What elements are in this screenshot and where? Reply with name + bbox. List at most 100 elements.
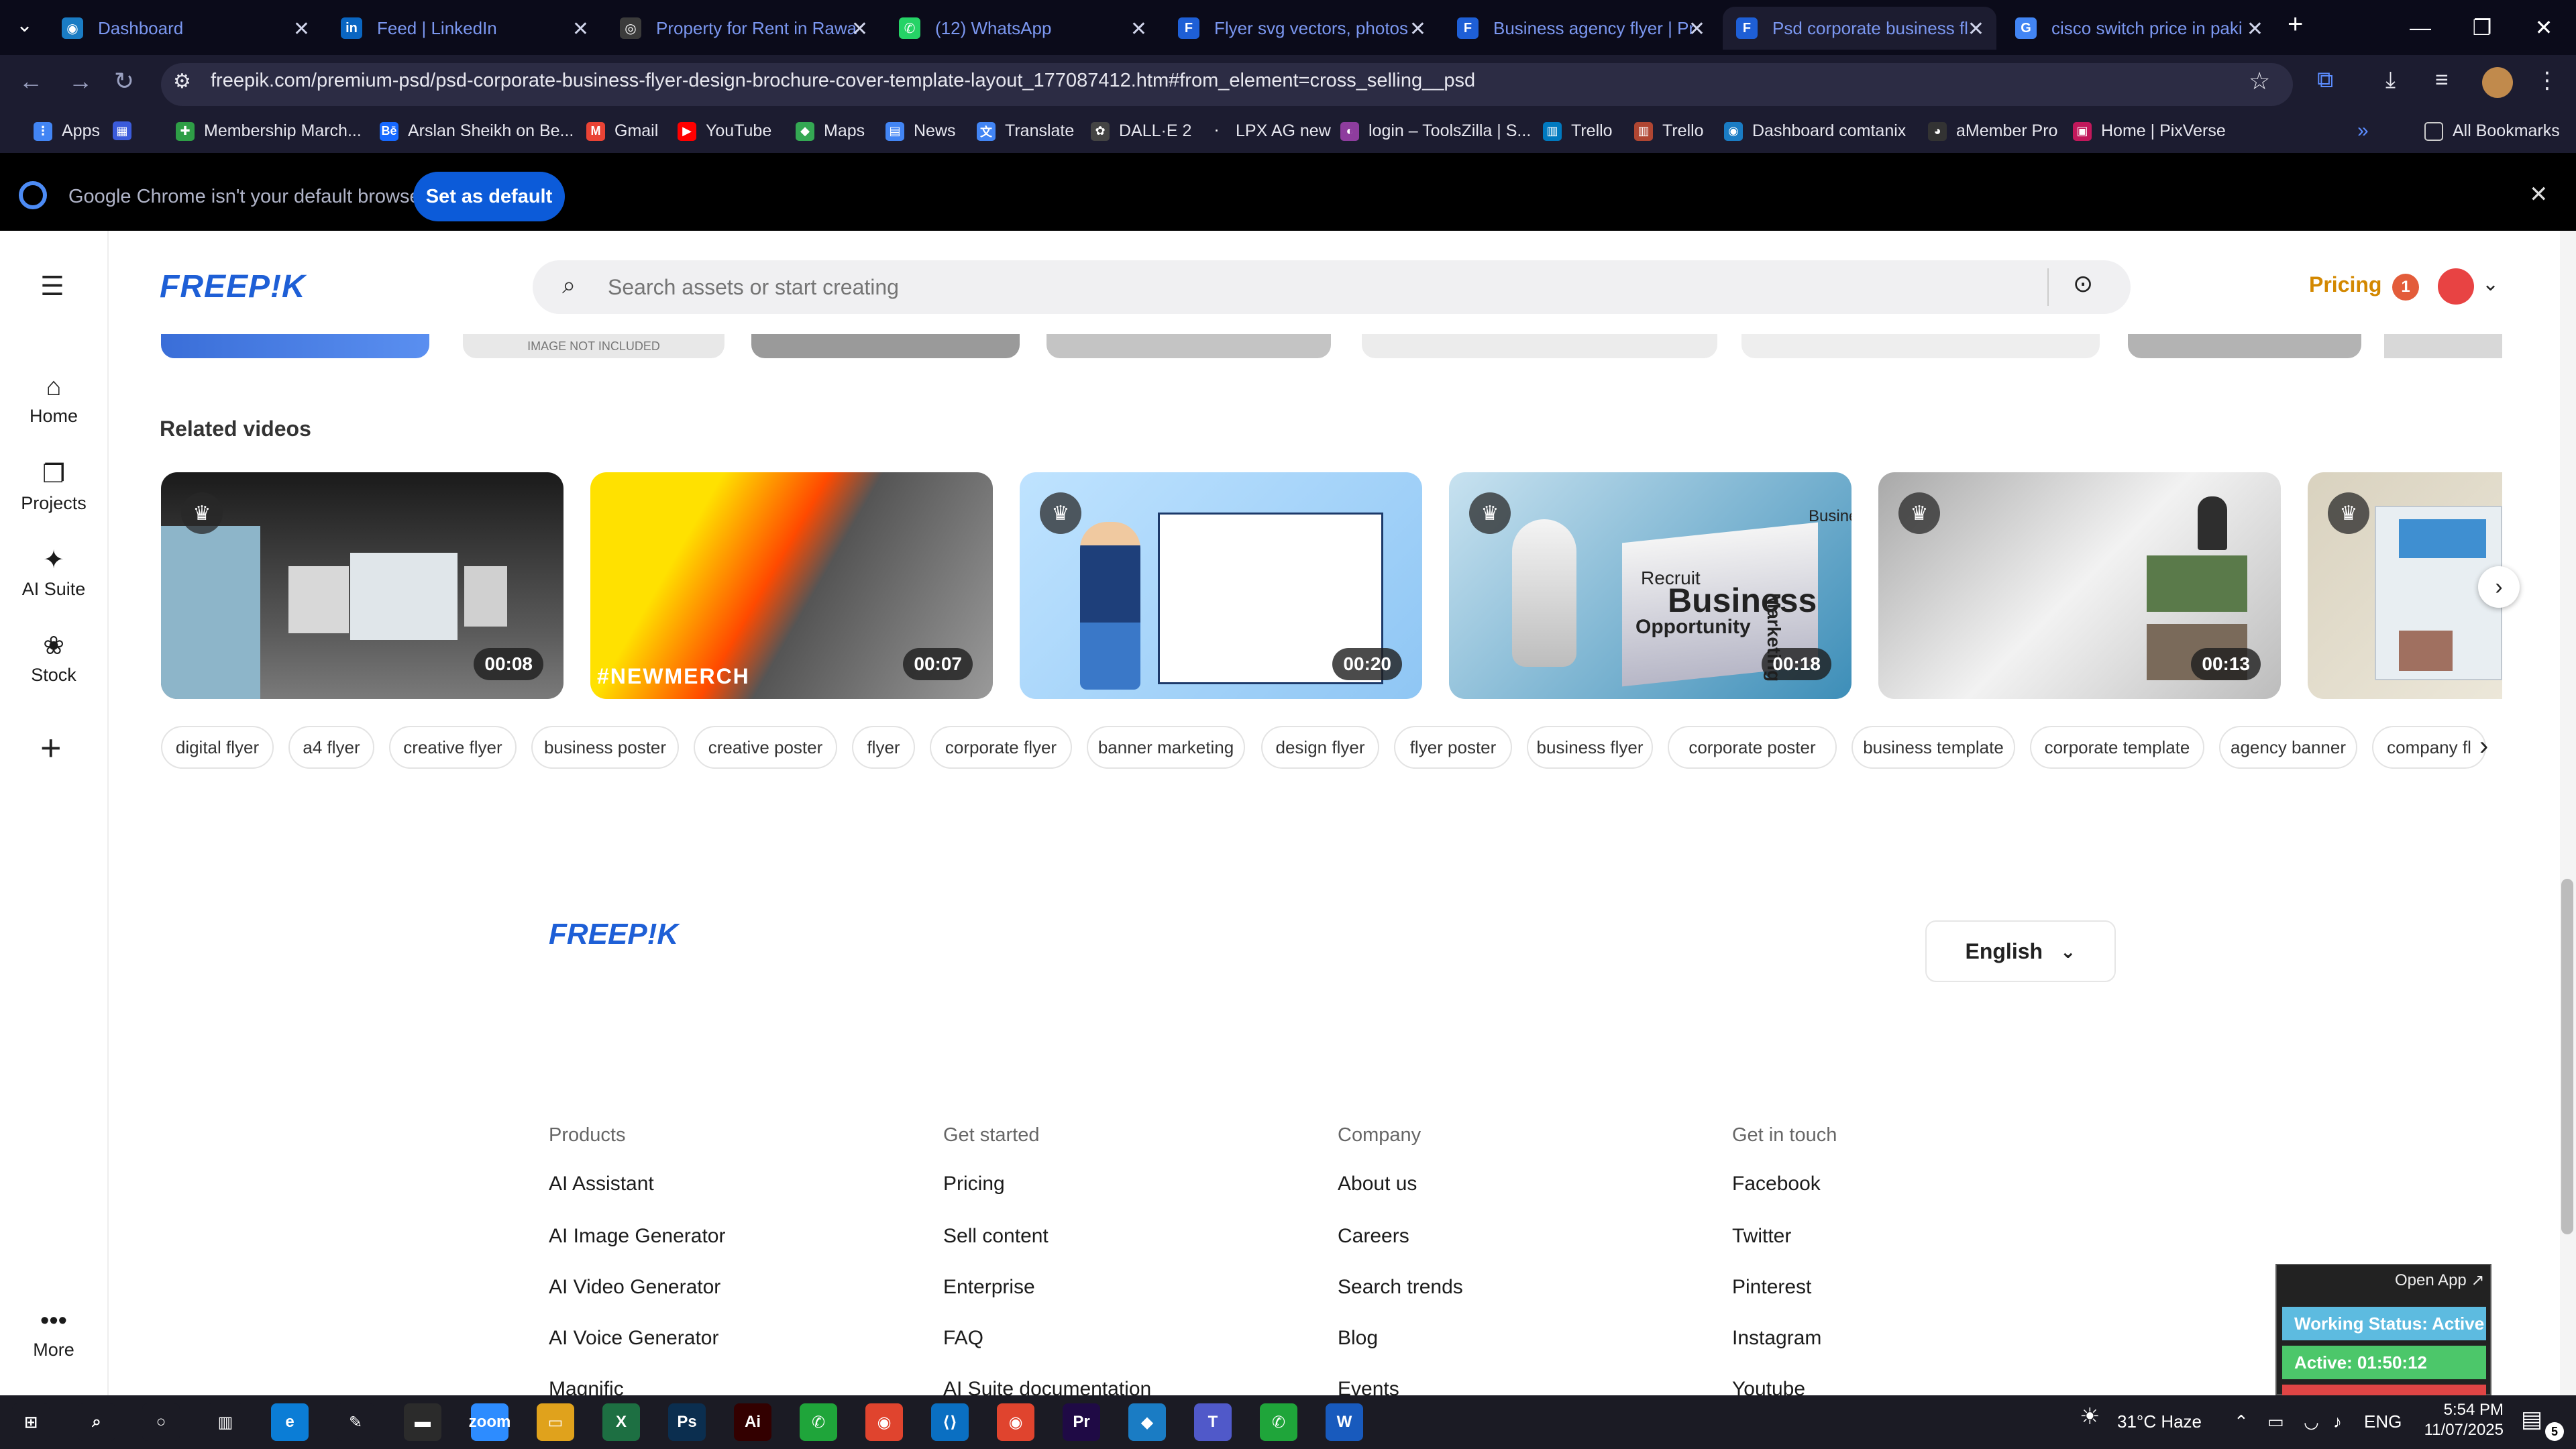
taskbar-app-icon[interactable]: ◉ xyxy=(997,1403,1034,1441)
tab-close-icon[interactable]: ✕ xyxy=(851,17,868,41)
bookmark-item[interactable]: ▥ Trello xyxy=(1634,121,1704,141)
freepik-logo[interactable]: FREEP!K xyxy=(160,268,306,305)
tab-close-icon[interactable]: ✕ xyxy=(293,17,310,41)
browser-tab[interactable]: ◎ Property for Rent in Rawa ✕ xyxy=(606,7,880,50)
footer-link[interactable]: FAQ xyxy=(943,1327,983,1350)
user-avatar[interactable] xyxy=(2438,268,2474,305)
taskbar-app-icon[interactable]: W xyxy=(1326,1403,1363,1441)
hamburger-menu-icon[interactable]: ☰ xyxy=(40,271,64,302)
prev-thumb[interactable] xyxy=(2384,334,2502,358)
footer-link[interactable]: AI Assistant xyxy=(549,1173,654,1195)
footer-link[interactable]: Instagram xyxy=(1732,1327,1821,1350)
forward-icon[interactable]: → xyxy=(68,67,93,95)
tag-chip[interactable]: agency banner xyxy=(2219,726,2357,769)
language-selector[interactable]: English ⌄ xyxy=(1925,920,2116,982)
prev-thumb[interactable] xyxy=(1046,334,1331,358)
bookmark-star-icon[interactable]: ☆ xyxy=(2249,67,2270,95)
add-plus-icon[interactable]: + xyxy=(40,727,62,769)
tag-chip[interactable]: corporate flyer xyxy=(930,726,1072,769)
prev-thumb[interactable] xyxy=(751,334,1020,358)
taskbar-app-icon[interactable]: ✆ xyxy=(800,1403,837,1441)
bookmark-item[interactable]: ▤ News xyxy=(885,121,956,141)
notification-center-icon[interactable]: ▤ xyxy=(2521,1406,2542,1433)
tab-search-chevron-icon[interactable]: ⌄ xyxy=(16,13,33,37)
footer-link[interactable]: Careers xyxy=(1338,1225,1409,1248)
taskbar-app-icon[interactable]: ⟨⟩ xyxy=(931,1403,969,1441)
bookmark-item[interactable]: · LPX AG new xyxy=(1208,121,1331,141)
tag-chip[interactable]: a4 flyer xyxy=(288,726,374,769)
tab-close-icon[interactable]: ✕ xyxy=(572,17,589,41)
bookmark-item[interactable]: ▶ YouTube xyxy=(678,121,771,141)
minimize-button[interactable]: — xyxy=(2390,0,2451,55)
video-card[interactable]: ♛ 00:13 xyxy=(1878,472,2281,699)
taskbar-app-icon[interactable]: ▭ xyxy=(537,1403,574,1441)
footer-link[interactable]: AI Video Generator xyxy=(549,1276,720,1299)
bookmark-item[interactable]: ◆ Maps xyxy=(796,121,865,141)
bookmark-item[interactable]: ✿ DALL·E 2 xyxy=(1091,121,1191,141)
sidebar-item-ai-suite[interactable]: ✦ AI Suite xyxy=(0,545,107,600)
bookmark-item[interactable]: ⋮ Apps xyxy=(34,121,100,141)
network-icon[interactable]: ▭ xyxy=(2267,1411,2284,1432)
browser-tab[interactable]: F Business agency flyer | Pr ✕ xyxy=(1444,7,1717,50)
taskbar-app-icon[interactable]: Pr xyxy=(1063,1403,1100,1441)
footer-link[interactable]: About us xyxy=(1338,1173,1417,1195)
clock-date[interactable]: 11/07/2025 xyxy=(2415,1421,2504,1440)
prev-thumb[interactable] xyxy=(1741,334,2100,358)
tab-close-icon[interactable]: ✕ xyxy=(2247,17,2263,41)
reload-icon[interactable]: ↻ xyxy=(114,67,134,95)
taskbar-app-icon[interactable]: ⊞ xyxy=(12,1403,50,1441)
taskbar-app-icon[interactable]: ▥ xyxy=(207,1403,244,1441)
infobar-close-icon[interactable]: ✕ xyxy=(2529,181,2548,208)
weather-icon[interactable]: ☀ xyxy=(2080,1403,2100,1430)
taskbar-app-icon[interactable]: Ai xyxy=(734,1403,771,1441)
scrollbar-thumb[interactable] xyxy=(2561,879,2573,1234)
footer-link[interactable]: Enterprise xyxy=(943,1276,1035,1299)
footer-link[interactable]: Blog xyxy=(1338,1327,1378,1350)
url-text[interactable]: freepik.com/premium-psd/psd-corporate-bu… xyxy=(211,70,1475,92)
taskbar-app-icon[interactable]: ▬ xyxy=(404,1403,441,1441)
language-indicator[interactable]: ENG xyxy=(2364,1411,2402,1432)
tag-chip[interactable]: flyer poster xyxy=(1394,726,1512,769)
tag-chip[interactable]: creative poster xyxy=(694,726,837,769)
back-icon[interactable]: ← xyxy=(19,67,43,95)
tag-chip[interactable]: flyer xyxy=(852,726,915,769)
bookmark-item[interactable]: 文 Translate xyxy=(977,121,1074,141)
tag-chip[interactable]: business template xyxy=(1851,726,2015,769)
tab-close-icon[interactable]: ✕ xyxy=(1968,17,1984,41)
footer-link[interactable]: Search trends xyxy=(1338,1276,1463,1299)
more-bookmarks-icon[interactable]: » xyxy=(2357,119,2369,142)
wifi-icon[interactable]: ◡ xyxy=(2304,1411,2319,1432)
prev-thumb[interactable] xyxy=(1362,334,1717,358)
video-card[interactable]: Recruit Business Opportunity Marketing B… xyxy=(1449,472,1851,699)
taskbar-app-icon[interactable]: ✆ xyxy=(1260,1403,1297,1441)
extensions-icon[interactable]: ⧉ xyxy=(2317,67,2333,93)
footer-link[interactable]: Twitter xyxy=(1732,1225,1791,1248)
footer-link[interactable]: Sell content xyxy=(943,1225,1049,1248)
profile-avatar[interactable] xyxy=(2482,67,2513,98)
all-bookmarks-folder[interactable]: All Bookmarks xyxy=(2424,121,2560,141)
footer-link[interactable]: AI Voice Generator xyxy=(549,1327,718,1350)
prev-thumb[interactable] xyxy=(2128,334,2361,358)
taskbar-app-icon[interactable]: X xyxy=(602,1403,640,1441)
open-app-link[interactable]: Open App ↗ xyxy=(2395,1271,2485,1290)
footer-freepik-logo[interactable]: FREEP!K xyxy=(549,918,678,951)
downloads-icon[interactable]: ⤓ xyxy=(2385,67,2396,93)
browser-tab[interactable]: F Flyer svg vectors, photos ✕ xyxy=(1165,7,1438,50)
tag-chip[interactable]: creative flyer xyxy=(389,726,517,769)
tab-close-icon[interactable]: ✕ xyxy=(1130,17,1147,41)
video-card[interactable]: ♛ 00:20 xyxy=(1020,472,1422,699)
bookmark-item[interactable]: ◕ aMember Pro xyxy=(1928,121,2057,141)
browser-tab[interactable]: ◉ Dashboard ✕ xyxy=(48,7,322,50)
bookmark-item[interactable]: ◐ login – ToolsZilla | S... xyxy=(1340,121,1531,141)
account-chevron-down-icon[interactable]: ⌄ xyxy=(2482,272,2499,296)
close-window-button[interactable]: ✕ xyxy=(2513,0,2575,55)
browser-tab[interactable]: F Psd corporate business fl ✕ xyxy=(1723,7,1996,50)
site-info-icon[interactable]: ⚙ xyxy=(173,70,191,93)
search-input[interactable] xyxy=(608,268,2030,306)
taskbar-app-icon[interactable]: ◆ xyxy=(1128,1403,1166,1441)
videos-next-arrow-icon[interactable]: › xyxy=(2478,566,2520,608)
pricing-link[interactable]: Pricing xyxy=(2309,272,2381,297)
browser-tab[interactable]: Gcisco switch price in paki ✕ xyxy=(2002,7,2275,50)
taskbar-app-icon[interactable]: ○ xyxy=(142,1403,180,1441)
video-card[interactable]: ♛ xyxy=(2308,472,2502,699)
